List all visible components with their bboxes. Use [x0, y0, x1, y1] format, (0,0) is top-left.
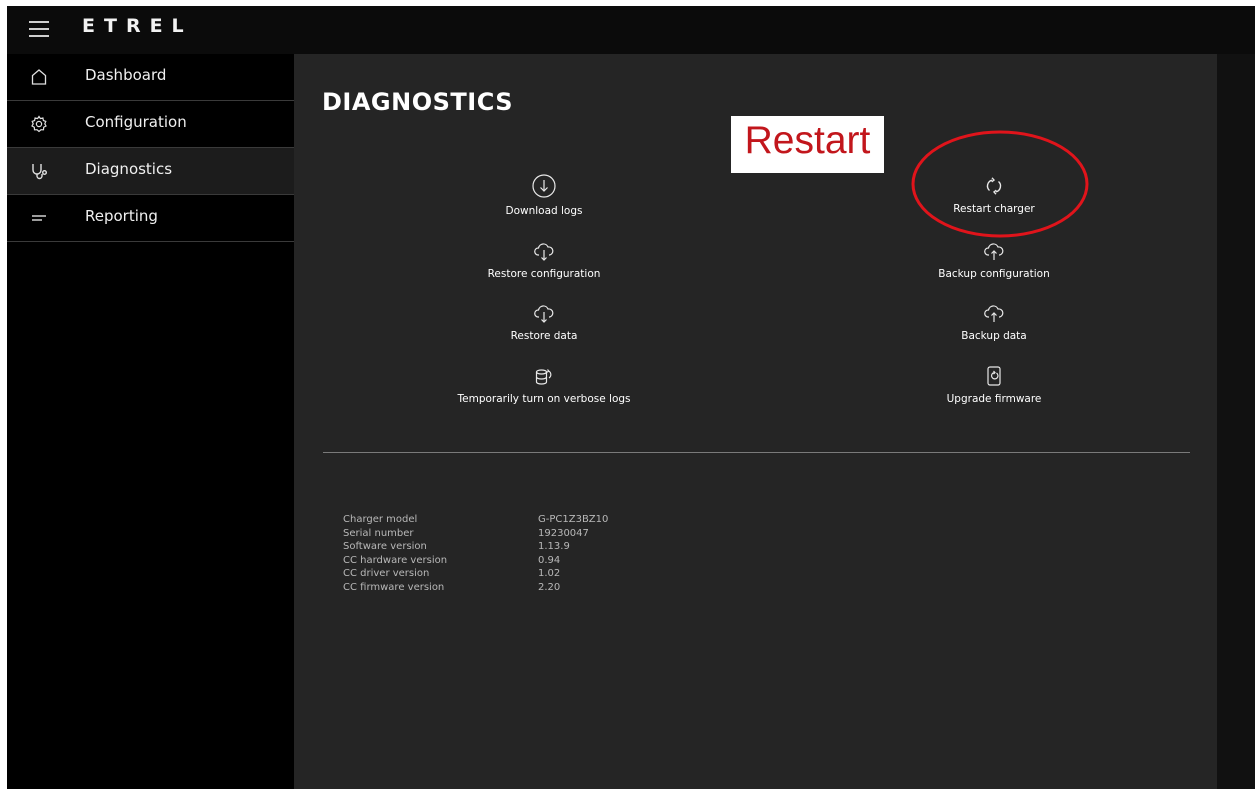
info-value: 1.13.9: [538, 541, 570, 552]
info-value: 1.02: [538, 568, 561, 579]
cloud-download-icon: [534, 243, 554, 261]
sidebar-item-diagnostics[interactable]: Diagnostics: [7, 148, 294, 195]
backup-data-button[interactable]: Backup data: [864, 304, 1124, 342]
info-row: CC driver version 1.02: [343, 567, 608, 581]
cloud-download-icon: [534, 305, 554, 323]
divider: [323, 452, 1190, 453]
gear-icon: [31, 115, 47, 133]
info-key: Serial number: [343, 527, 414, 539]
sidebar-item-configuration[interactable]: Configuration: [7, 101, 294, 148]
info-row: CC firmware version 2.20: [343, 581, 608, 595]
backup-configuration-button[interactable]: Backup configuration: [864, 242, 1124, 280]
sidebar: Dashboard Configuration Diagnostics Repo…: [7, 54, 294, 789]
verbose-logs-button[interactable]: Temporarily turn on verbose logs: [414, 367, 674, 405]
database-refresh-icon: [535, 369, 552, 385]
info-row: CC hardware version 0.94: [343, 554, 608, 568]
sidebar-item-label: Dashboard: [85, 66, 167, 84]
info-key: Software version: [343, 541, 427, 552]
annotation-ellipse: [911, 130, 1089, 238]
info-value: 19230047: [538, 527, 589, 539]
info-key: CC driver version: [343, 568, 430, 579]
top-bar: ETREL: [7, 6, 1255, 54]
upgrade-firmware-button[interactable]: Upgrade firmware: [864, 365, 1124, 405]
annotation-label: Restart: [744, 119, 871, 162]
action-label: Upgrade firmware: [946, 393, 1042, 405]
info-row: Charger model G-PC1Z3BZ10: [343, 513, 608, 527]
action-label: Restore configuration: [487, 268, 601, 280]
action-label: Temporarily turn on verbose logs: [457, 393, 631, 405]
action-label: Download logs: [505, 205, 583, 217]
logo: ETREL: [82, 15, 193, 37]
download-circle-icon: [532, 174, 556, 198]
info-row: Software version 1.13.9: [343, 540, 608, 554]
action-label: Restore data: [510, 330, 578, 342]
charger-info-table: Charger model G-PC1Z3BZ10 Serial number …: [343, 513, 608, 594]
sidebar-item-reporting[interactable]: Reporting: [7, 195, 294, 242]
download-logs-button[interactable]: Download logs: [414, 173, 674, 217]
report-lines-icon: [32, 215, 46, 221]
action-label: Backup data: [961, 330, 1027, 342]
sidebar-item-dashboard[interactable]: Dashboard: [7, 54, 294, 101]
info-value: 0.94: [538, 554, 561, 566]
restore-data-button[interactable]: Restore data: [414, 304, 674, 342]
app-window: ETREL Dashboard Configuration Diagnostic…: [7, 6, 1255, 789]
page-title: DIAGNOSTICS: [322, 88, 514, 116]
sidebar-item-label: Diagnostics: [85, 160, 173, 178]
sidebar-item-label: Configuration: [85, 113, 187, 131]
hamburger-menu-icon[interactable]: [29, 20, 49, 38]
info-row: Serial number 19230047: [343, 527, 608, 541]
right-gutter: [1217, 54, 1255, 789]
restore-configuration-button[interactable]: Restore configuration: [414, 242, 674, 280]
stethoscope-icon: [32, 164, 47, 180]
info-key: Charger model: [343, 514, 418, 525]
home-icon: [31, 69, 47, 85]
info-key: CC hardware version: [343, 554, 448, 566]
info-value: 2.20: [538, 581, 561, 593]
sidebar-item-label: Reporting: [85, 207, 158, 225]
info-key: CC firmware version: [343, 581, 445, 593]
phone-refresh-icon: [987, 366, 1001, 386]
cloud-upload-icon: [984, 305, 1004, 322]
info-value: G-PC1Z3BZ10: [538, 514, 609, 525]
action-label: Backup configuration: [938, 268, 1050, 280]
